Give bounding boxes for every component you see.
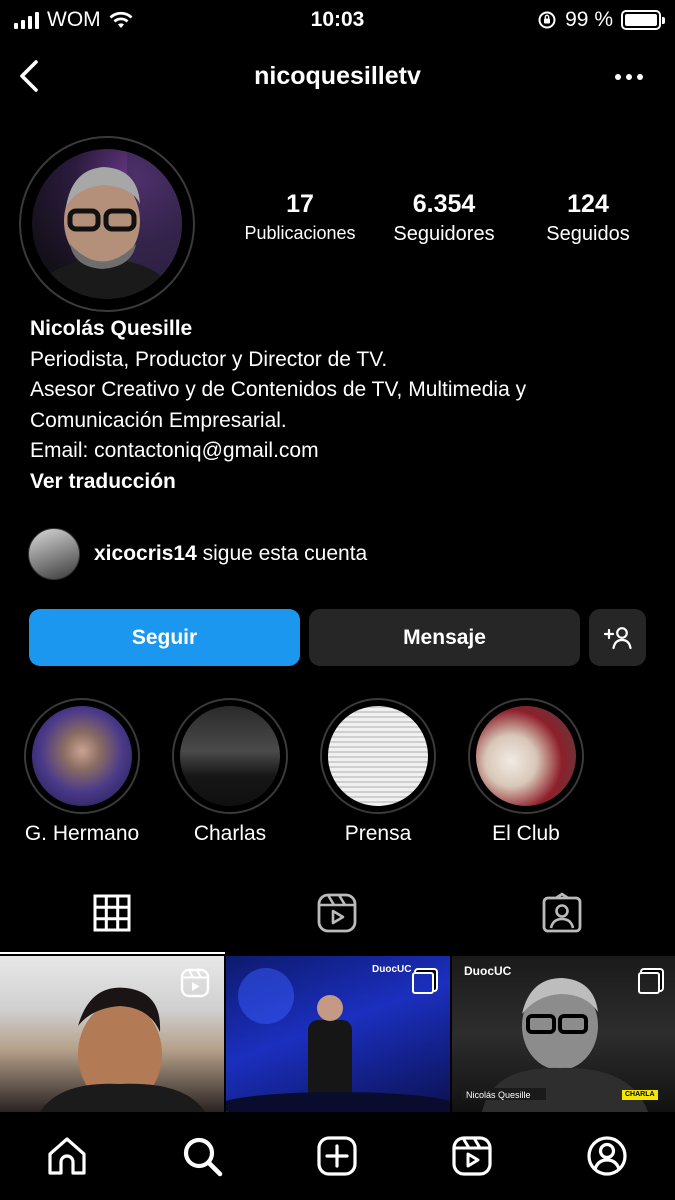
posts-count: 17 <box>286 190 314 218</box>
highlight-label: G. Hermano <box>24 822 140 845</box>
reel-badge-icon <box>180 968 210 998</box>
post-thumbnail[interactable]: DuocUC <box>226 956 450 1112</box>
see-translation-link[interactable]: Ver traducción <box>30 467 650 498</box>
multi-post-icon <box>412 972 434 994</box>
highlight-label: Charlas <box>193 822 267 845</box>
post-caption-text: Nicolás Quesille <box>466 1090 531 1100</box>
following-label: Seguidos <box>546 223 630 245</box>
post-tag-text: CHARLA <box>625 1091 655 1098</box>
add-person-icon <box>603 626 632 649</box>
bottom-nav <box>0 1112 675 1200</box>
highlight-cover <box>328 706 428 806</box>
profile-handle: nicoquesilletv <box>254 62 421 90</box>
profile-name: Nicolás Quesille <box>30 317 193 340</box>
tagged-icon[interactable] <box>541 892 583 934</box>
profile-icon[interactable] <box>585 1134 629 1178</box>
follower-text: sigue esta cuenta <box>202 542 368 565</box>
home-icon[interactable] <box>45 1134 89 1178</box>
post-brand-text: DuocUC <box>372 964 412 975</box>
stat-following[interactable]: 124 Seguidos <box>528 190 648 246</box>
orientation-lock-icon <box>538 11 556 29</box>
highlight-g-hermano[interactable]: G. Hermano <box>24 698 140 846</box>
create-icon[interactable] <box>315 1134 359 1178</box>
highlight-cover <box>32 706 132 806</box>
active-tab-indicator <box>0 952 225 954</box>
profile-avatar[interactable] <box>19 136 195 312</box>
highlight-prensa[interactable]: Prensa <box>320 698 436 846</box>
highlight-el-club[interactable]: El Club <box>468 698 584 846</box>
profile-header: nicoquesilletv <box>0 52 675 102</box>
highlight-cover <box>180 706 280 806</box>
reels-icon[interactable] <box>316 892 358 934</box>
post-thumbnail[interactable] <box>0 956 224 1112</box>
bio-line: Asesor Creativo y de Contenidos de TV, M… <box>30 378 527 401</box>
status-bar: WOM 10:03 99 % <box>0 0 675 40</box>
message-button[interactable]: Mensaje <box>309 609 580 666</box>
battery-icon <box>621 10 665 30</box>
highlight-cover <box>476 706 576 806</box>
stat-posts[interactable]: 17 Publicaciones <box>232 190 368 244</box>
highlight-label: El Club <box>492 822 560 845</box>
follow-button[interactable]: Seguir <box>29 609 300 666</box>
reels-nav-icon[interactable] <box>450 1134 494 1178</box>
followers-count: 6.354 <box>412 190 476 218</box>
search-icon[interactable] <box>180 1134 224 1178</box>
more-icon[interactable] <box>615 74 643 80</box>
multi-post-icon <box>638 972 660 994</box>
followers-label: Seguidores <box>393 223 495 245</box>
grid-icon[interactable] <box>91 892 133 934</box>
post-brand-text: DuocUC <box>464 964 512 978</box>
bio-email[interactable]: Email: contactoniq@gmail.com <box>30 436 650 467</box>
battery-percent: 99 % <box>565 8 613 31</box>
bio-line: Periodista, Productor y Director de TV. <box>30 347 388 371</box>
suggested-accounts-button[interactable] <box>589 609 646 666</box>
bio-line: Comunicación Empresarial. <box>30 408 287 432</box>
post-thumbnail[interactable]: DuocUC Nicolás Quesille CHARLA <box>452 956 675 1112</box>
highlight-label: Prensa <box>344 822 412 845</box>
follower-username: xicocris14 <box>94 542 197 565</box>
posts-label: Publicaciones <box>244 223 356 243</box>
profile-tabs <box>0 880 675 954</box>
avatar-photo <box>32 149 182 299</box>
profile-bio: Nicolás Quesille Periodista, Productor y… <box>30 314 650 497</box>
following-count: 124 <box>567 190 609 218</box>
stat-followers[interactable]: 6.354 Seguidores <box>376 190 512 246</box>
mutual-follower[interactable]: xicocris14 sigue esta cuenta <box>28 528 367 580</box>
follower-avatar <box>28 528 80 580</box>
highlight-charlas[interactable]: Charlas <box>172 698 288 846</box>
